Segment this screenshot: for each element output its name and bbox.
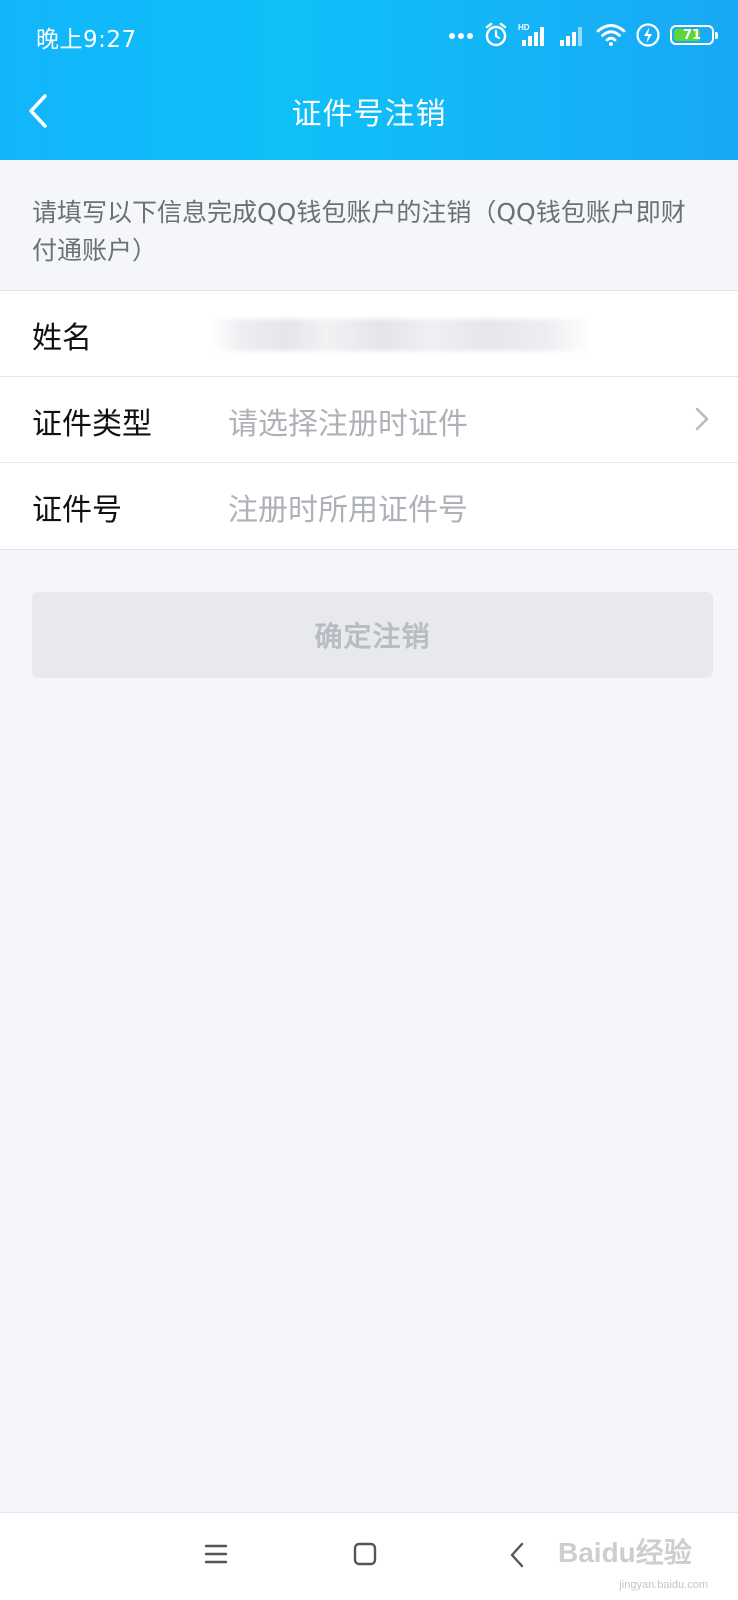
hd-signal-icon: HD [518,22,548,48]
id-number-row[interactable]: 证件号 注册时所用证件号 [0,463,738,549]
menu-icon[interactable] [204,1543,228,1569]
chevron-right-icon [694,405,710,437]
status-time: 晚上9:27 [36,27,137,53]
id-type-row[interactable]: 证件类型 请选择注册时证件 [0,377,738,463]
id-number-label: 证件号 [32,493,122,528]
id-number-input[interactable]: 注册时所用证件号 [228,485,468,529]
battery-level: 71 [682,27,702,43]
home-icon[interactable] [352,1541,378,1571]
id-type-label: 证件类型 [32,407,152,442]
id-type-placeholder[interactable]: 请选择注册时证件 [228,399,468,443]
header: 晚上9:27 HD 71 证件号注销 [0,0,738,160]
page-title: 证件号注销 [291,97,447,132]
svg-text:HD: HD [518,23,530,32]
watermark-logo: Baidu经验 [558,1537,692,1568]
name-label: 姓名 [32,321,92,356]
more-dots-icon [448,30,474,40]
battery-tip [715,32,718,39]
system-nav-bar: Baidu经验 jingyan.baidu.com [0,1512,738,1600]
signal-icon [558,23,586,47]
cancellation-form: 姓名 证件类型 请选择注册时证件 证件号 注册时所用证件号 [0,290,738,550]
nav-bar: 证件号注销 [0,75,738,150]
confirm-cancel-button[interactable]: 确定注销 [32,592,713,678]
status-bar: 晚上9:27 HD 71 [0,0,738,70]
name-value-obscured[interactable] [212,319,592,351]
name-row[interactable]: 姓名 [0,291,738,377]
notice-text: 请填写以下信息完成QQ钱包账户的注销（QQ钱包账户即财付通账户） [32,198,686,265]
battery-icon: 71 [670,25,718,45]
back-icon[interactable] [508,1541,526,1573]
status-icons: HD 71 [448,20,718,50]
alarm-icon [484,22,508,48]
wifi-icon [596,23,626,47]
watermark-url: jingyan.baidu.com [619,1579,708,1591]
charging-icon [636,22,660,48]
